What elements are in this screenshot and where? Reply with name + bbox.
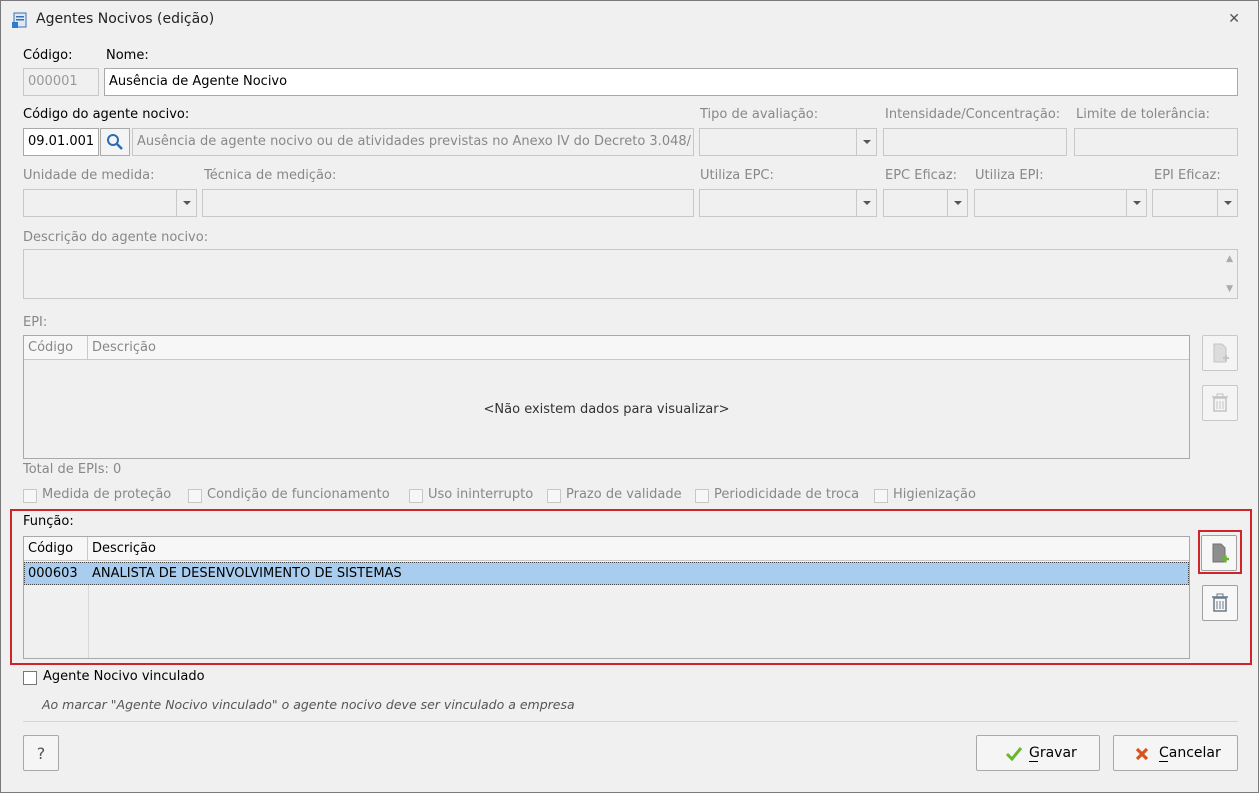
checkbox-medida-protecao bbox=[23, 489, 37, 503]
codigo-label: Código: bbox=[23, 48, 73, 63]
vinculado-label: Agente Nocivo vinculado bbox=[43, 669, 205, 684]
descricao-textarea: ▲ ▼ bbox=[23, 249, 1238, 299]
nome-input[interactable]: Ausência de Agente Nocivo bbox=[104, 68, 1238, 96]
utiliza-epc-select bbox=[699, 189, 877, 217]
checkbox-label: Periodicidade de troca bbox=[714, 487, 860, 502]
limite-label: Limite de tolerância: bbox=[1076, 107, 1211, 122]
epi-grid-header: Código Descrição bbox=[24, 336, 1189, 360]
nome-label: Nome: bbox=[106, 48, 149, 63]
scroll-down-icon: ▼ bbox=[1226, 284, 1233, 294]
highlight-funcao-section bbox=[10, 509, 1252, 665]
help-label: ? bbox=[36, 744, 46, 763]
add-document-icon bbox=[1213, 343, 1229, 363]
chevron-down-icon bbox=[856, 129, 876, 155]
codigo-agente-label: Código do agente nocivo: bbox=[23, 107, 190, 122]
chevron-down-icon bbox=[947, 190, 967, 216]
checkbox-label: Condição de funcionamento bbox=[207, 487, 390, 502]
app-icon bbox=[12, 12, 27, 28]
delete-epi-button bbox=[1202, 385, 1238, 421]
unidade-label: Unidade de medida: bbox=[23, 168, 155, 183]
checkbox-higienizacao bbox=[874, 489, 888, 503]
chevron-down-icon bbox=[176, 190, 196, 216]
cancel-button[interactable]: Cancelar bbox=[1113, 735, 1238, 771]
vinculado-hint: Ao marcar "Agente Nocivo vinculado" o ag… bbox=[42, 697, 575, 712]
codigo-field: 000001 bbox=[23, 68, 99, 96]
trash-icon bbox=[1212, 393, 1228, 412]
epc-eficaz-select bbox=[883, 189, 968, 217]
checkbox-label: Uso ininterrupto bbox=[428, 487, 534, 502]
checkbox-label: Medida de proteção bbox=[42, 487, 172, 502]
descricao-label: Descrição do agente nocivo: bbox=[23, 230, 209, 245]
add-epi-button bbox=[1202, 335, 1238, 371]
vinculado-checkbox[interactable] bbox=[23, 671, 37, 685]
checkbox-condicao-funcionamento bbox=[188, 489, 202, 503]
checkbox-label: Higienização bbox=[893, 487, 976, 502]
checkbox-uso-ininterrupto bbox=[409, 489, 423, 503]
checkbox-label: Prazo de validade bbox=[566, 487, 682, 502]
accelerator-underline bbox=[1159, 761, 1168, 762]
intensidade-field bbox=[883, 128, 1067, 156]
utiliza-epc-label: Utiliza EPC: bbox=[700, 168, 774, 183]
empty-message: <Não existem dados para visualizar> bbox=[483, 402, 730, 417]
tecnica-label: Técnica de medição: bbox=[204, 168, 337, 183]
window-title: Agentes Nocivos (edição) bbox=[36, 11, 215, 27]
codigo-agente-input[interactable]: 09.01.001 bbox=[23, 128, 99, 156]
epc-eficaz-label: EPC Eficaz: bbox=[885, 168, 957, 183]
divider bbox=[23, 721, 1238, 722]
x-icon bbox=[1135, 747, 1149, 761]
column-header-descricao: Descrição bbox=[92, 340, 156, 355]
column-header-codigo: Código bbox=[24, 336, 88, 360]
unidade-select bbox=[23, 189, 197, 217]
save-label: Gravar bbox=[1029, 745, 1077, 761]
checkbox-periodicidade-troca bbox=[695, 489, 709, 503]
epi-eficaz-select bbox=[1152, 189, 1238, 217]
search-button[interactable] bbox=[100, 128, 130, 156]
intensidade-label: Intensidade/Concentração: bbox=[885, 107, 1061, 122]
utiliza-epi-label: Utiliza EPI: bbox=[975, 168, 1044, 183]
title-bar: Agentes Nocivos (edição) ✕ bbox=[1, 1, 1258, 37]
search-icon bbox=[107, 134, 123, 150]
save-button[interactable]: Gravar bbox=[976, 735, 1100, 771]
epi-grid: Código Descrição <Não existem dados para… bbox=[23, 335, 1190, 459]
checkbox-prazo-validade bbox=[547, 489, 561, 503]
help-button[interactable]: ? bbox=[23, 735, 59, 771]
scroll-up-icon: ▲ bbox=[1226, 254, 1233, 264]
limite-field bbox=[1074, 128, 1238, 156]
tecnica-field bbox=[202, 189, 694, 217]
highlight-add-button bbox=[1198, 530, 1242, 574]
dialog-window: Agentes Nocivos (edição) ✕ Código: Nome:… bbox=[0, 0, 1259, 793]
cancel-label: Cancelar bbox=[1159, 745, 1221, 761]
chevron-down-icon bbox=[1217, 190, 1237, 216]
check-icon bbox=[1005, 747, 1023, 762]
chevron-down-icon bbox=[1126, 190, 1146, 216]
close-icon[interactable]: ✕ bbox=[1228, 11, 1240, 27]
epi-eficaz-label: EPI Eficaz: bbox=[1154, 168, 1221, 183]
tipo-avaliacao-label: Tipo de avaliação: bbox=[700, 107, 819, 122]
tipo-avaliacao-select bbox=[699, 128, 877, 156]
epi-total: Total de EPIs: 0 bbox=[23, 462, 122, 477]
utiliza-epi-select bbox=[974, 189, 1147, 217]
codigo-agente-description: Ausência de agente nocivo ou de atividad… bbox=[132, 128, 694, 156]
accelerator-underline bbox=[1029, 761, 1038, 762]
epi-label: EPI: bbox=[23, 315, 48, 330]
chevron-down-icon bbox=[856, 190, 876, 216]
